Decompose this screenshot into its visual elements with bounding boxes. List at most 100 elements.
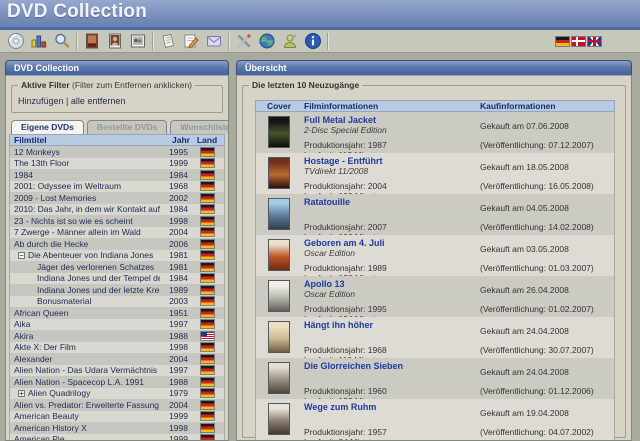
entry-title[interactable]: Hängt ihn höher [304, 320, 478, 330]
film-row[interactable]: African Queen 1951 [10, 307, 224, 319]
film-row[interactable]: 2001: Odyssee im Weltraum 1968 [10, 181, 224, 193]
film-year: 1999 [160, 158, 190, 168]
search-icon[interactable] [50, 31, 73, 52]
user-icon[interactable] [278, 31, 301, 52]
scene-photo-icon[interactable] [126, 31, 149, 52]
dvd-cover-thumbnail[interactable] [268, 239, 290, 271]
film-row[interactable]: 12 Monkeys 1995 [10, 146, 224, 158]
country-flag-icon [201, 332, 214, 340]
filter-remove-all-link[interactable]: alle entfernen [71, 96, 126, 106]
entry-subtitle [304, 371, 478, 381]
film-title-cell: Bonusmaterial [10, 296, 160, 306]
notes-icon[interactable] [156, 31, 179, 52]
film-row[interactable]: +Alien Quadrilogy 1979 [10, 388, 224, 400]
film-row[interactable]: Bonusmaterial 2003 [10, 296, 224, 308]
british-flag-icon[interactable] [588, 37, 601, 46]
recent-entry-row[interactable]: Full Metal Jacket 2-Disc Special Edition… [256, 112, 614, 153]
email-icon[interactable] [202, 31, 225, 52]
dvd-disc-icon[interactable] [4, 31, 27, 52]
filter-add-link[interactable]: Hinzufügen [18, 96, 64, 106]
entry-title[interactable]: Hostage - Entführt [304, 156, 478, 166]
film-row[interactable]: −Die Abenteuer von Indiana Jones 1981 [10, 250, 224, 262]
film-row[interactable]: Indiana Jones und der Tempel des Todes 1… [10, 273, 224, 285]
dvd-cover-thumbnail[interactable] [268, 116, 290, 148]
entry-purchase-info: Gekauft am 18.05.2008 (Veröffentlichung:… [480, 153, 614, 194]
overview-panel-body: Die letzten 10 Neuzugänge Cover Filminfo… [236, 75, 632, 441]
tab-eigene-dvds[interactable]: Eigene DVDs [11, 120, 84, 134]
film-row[interactable]: Alien vs. Predator: Erweiterte Fassung 2… [10, 399, 224, 411]
film-row[interactable]: American History X 1998 [10, 422, 224, 434]
recent-entry-row[interactable]: Hängt ihn höher Produktionsjahr: 1968 La… [256, 317, 614, 358]
entry-film-info: Apollo 13 Oscar Edition Produktionsjahr:… [302, 276, 480, 317]
film-row[interactable]: Alexander 2004 [10, 353, 224, 365]
film-row[interactable]: 2009 - Lost Memories 2002 [10, 192, 224, 204]
tab-wunschliste[interactable]: Wunschliste [170, 120, 229, 134]
web-icon[interactable] [255, 31, 278, 52]
film-row[interactable]: Jäger des verlorenen Schatzes 1981 [10, 261, 224, 273]
film-title-cell: −Die Abenteuer von Indiana Jones [10, 250, 160, 260]
danish-flag-icon[interactable] [572, 37, 585, 46]
film-row[interactable]: Alien Nation - Spacecop L.A. 1991 1988 [10, 376, 224, 388]
film-row[interactable]: 23 - Nichts ist so wie es scheint 1998 [10, 215, 224, 227]
tab-bestellte-dvds[interactable]: Bestellte DVDs [87, 120, 167, 134]
edit-icon[interactable] [179, 31, 202, 52]
entry-title[interactable]: Ratatouille [304, 197, 478, 207]
film-row[interactable]: Indiana Jones und der letzte Kreuzzug 19… [10, 284, 224, 296]
recent-entry-row[interactable]: Wege zum Ruhm Produktionsjahr: 1957 Lauf… [256, 399, 614, 440]
dvd-cover-thumbnail[interactable] [268, 403, 290, 435]
entry-title[interactable]: Wege zum Ruhm [304, 402, 478, 412]
entry-title[interactable]: Apollo 13 [304, 279, 478, 289]
film-title-cell: Alexander [10, 354, 160, 364]
film-row[interactable]: The 13th Floor 1999 [10, 158, 224, 170]
entry-purchase-info: Gekauft am 24.04.2008 (Veröffentlichung:… [480, 317, 614, 358]
film-year: 1998 [160, 423, 190, 433]
tools-icon[interactable] [232, 31, 255, 52]
recent-entry-row[interactable]: Hostage - Entführt TVdirekt 11/2008 Prod… [256, 153, 614, 194]
dvd-cover-thumbnail[interactable] [268, 198, 290, 230]
film-row[interactable]: Ab durch die Hecke 2006 [10, 238, 224, 250]
column-land[interactable]: Land [190, 135, 224, 145]
film-title: Alien vs. Predator: Erweiterte Fassung [14, 400, 159, 410]
overview-panel-header: Übersicht [236, 60, 632, 75]
entry-subtitle [304, 412, 478, 422]
film-row[interactable]: 2010: Das Jahr, in dem wir Kontakt aufne… [10, 204, 224, 216]
entry-release-date: (Veröffentlichung: 01.12.2006) [480, 386, 614, 396]
column-jahr[interactable]: Jahr [160, 135, 190, 145]
film-row[interactable]: Akte X: Der Film 1998 [10, 342, 224, 354]
film-year: 1997 [160, 319, 190, 329]
statistics-icon[interactable] [27, 31, 50, 52]
german-flag-icon[interactable] [556, 37, 569, 46]
recent-entry-row[interactable]: Ratatouille Produktionsjahr: 2007 Laufze… [256, 194, 614, 235]
actor-photo-icon[interactable] [103, 31, 126, 52]
entry-title[interactable]: Die Glorreichen Sieben [304, 361, 478, 371]
tree-expander-icon[interactable]: + [18, 390, 25, 397]
entry-cover-cell [256, 112, 302, 153]
tree-expander-icon[interactable]: − [18, 252, 25, 259]
entry-purchase-info: Gekauft am 26.04.2008 (Veröffentlichung:… [480, 276, 614, 317]
entry-title[interactable]: Full Metal Jacket [304, 115, 478, 125]
film-row[interactable]: Alien Nation - Das Udara Vermächtnis 199… [10, 365, 224, 377]
country-flag-icon [201, 378, 214, 386]
entry-title[interactable]: Geboren am 4. Juli [304, 238, 478, 248]
info-icon[interactable] [301, 31, 324, 52]
dvd-cover-thumbnail[interactable] [268, 280, 290, 312]
film-row[interactable]: 1984 1984 [10, 169, 224, 181]
dvd-cover-thumbnail[interactable] [268, 362, 290, 394]
recent-entry-row[interactable]: Geboren am 4. Juli Oscar Edition Produkt… [256, 235, 614, 276]
film-row[interactable]: American Beauty 1999 [10, 411, 224, 423]
film-row[interactable]: Akira 1988 [10, 330, 224, 342]
cover-image-icon[interactable] [80, 31, 103, 52]
film-title-cell: Indiana Jones und der letzte Kreuzzug [10, 285, 160, 295]
film-country-cell [190, 286, 224, 294]
film-row[interactable]: 7 Zwerge - Männer allein im Wald 2004 [10, 227, 224, 239]
dvd-cover-thumbnail[interactable] [268, 321, 290, 353]
film-country-cell [190, 171, 224, 179]
dvd-cover-thumbnail[interactable] [268, 157, 290, 189]
film-title-cell: African Queen [10, 308, 160, 318]
entry-release-date: (Veröffentlichung: 04.07.2002) [480, 427, 614, 437]
recent-entry-row[interactable]: Die Glorreichen Sieben Produktionsjahr: … [256, 358, 614, 399]
film-row[interactable]: Aika 1997 [10, 319, 224, 331]
film-row[interactable]: American Pie 1999 [10, 434, 224, 441]
recent-entry-row[interactable]: Apollo 13 Oscar Edition Produktionsjahr:… [256, 276, 614, 317]
column-filmtitel[interactable]: Filmtitel [10, 135, 160, 145]
